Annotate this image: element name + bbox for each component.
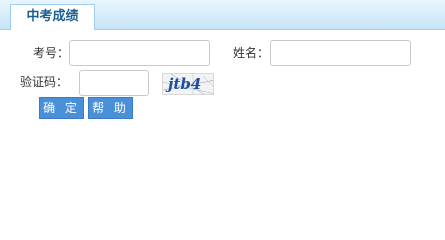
captcha-label: 验证码： bbox=[20, 75, 69, 89]
exam-number-label: 考号： bbox=[33, 46, 70, 60]
confirm-button[interactable]: 确 定 bbox=[39, 97, 84, 119]
captcha-image[interactable]: jtb4 bbox=[162, 73, 214, 95]
captcha-input[interactable] bbox=[79, 70, 149, 96]
name-label: 姓名： bbox=[233, 46, 270, 60]
help-button[interactable]: 帮 助 bbox=[88, 97, 133, 119]
exam-number-input[interactable] bbox=[69, 40, 210, 66]
tab-exam-scores[interactable]: 中考成绩 bbox=[10, 4, 95, 30]
captcha-text: jtb4 bbox=[168, 75, 202, 93]
name-input[interactable] bbox=[270, 40, 411, 66]
title-bar: 中考成绩 bbox=[0, 0, 445, 30]
